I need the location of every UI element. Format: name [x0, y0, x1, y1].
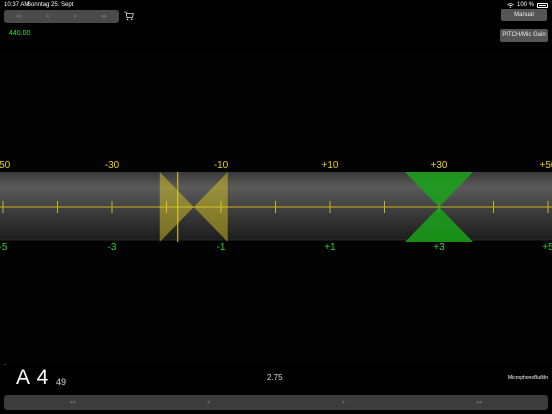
top-label: +30 — [430, 160, 448, 171]
battery-icon — [537, 2, 548, 8]
note-number: 49 — [56, 377, 67, 387]
coarse-indicator-bottom — [405, 207, 473, 242]
nav-first-button[interactable]: << — [16, 14, 22, 20]
bottom-last-button[interactable]: >> — [476, 400, 482, 406]
top-label: +50 — [539, 160, 552, 171]
bottom-label: -5 — [0, 242, 8, 253]
wifi-icon — [507, 2, 514, 8]
fine-indicator-left — [159, 172, 194, 242]
battery-percent: 100 % — [516, 2, 534, 8]
bottom-next-button[interactable]: > — [342, 400, 345, 406]
cents-value: 2.75 — [267, 373, 283, 382]
tuner-scale — [0, 172, 552, 242]
nav-next-button[interactable]: > — [74, 14, 77, 20]
bottom-label: -1 — [216, 242, 226, 253]
bottom-prev-button[interactable]: < — [207, 400, 210, 406]
coarse-indicator-top — [405, 172, 473, 207]
top-label: -30 — [104, 160, 120, 171]
mic-source: MicrophoneBuiltIn — [507, 375, 548, 381]
cart-icon[interactable] — [124, 11, 134, 21]
note-name: A 4 — [16, 366, 50, 389]
top-label: -50 — [0, 160, 11, 171]
pitch-mic-gain-button[interactable]: PITCH/Mic Gain — [500, 29, 548, 42]
top-label: +10 — [321, 160, 339, 171]
bottom-label: +1 — [324, 242, 336, 253]
bottom-nav: << < > >> — [4, 395, 548, 410]
status-bar: 10:37 AM Sonntag 25. Sept 100 % — [0, 0, 552, 10]
bottom-first-button[interactable]: << — [70, 400, 76, 406]
status-time: 10:37 AM — [4, 2, 30, 8]
note-dash: - — [4, 362, 6, 368]
nav-prev-button[interactable]: < — [46, 14, 49, 20]
bottom-label: -3 — [107, 242, 117, 253]
nav-group: << < > >> — [4, 10, 119, 23]
fine-indicator — [159, 172, 228, 242]
frequency-readout: 440.00 — [9, 30, 31, 37]
top-label: -10 — [213, 160, 229, 171]
bottom-label: +5 — [542, 242, 552, 253]
status-right: 100 % — [507, 2, 548, 8]
status-date: Sonntag 25. Sept — [27, 2, 74, 8]
nav-last-button[interactable]: >> — [101, 14, 107, 20]
bottom-label: +3 — [433, 242, 445, 253]
fine-indicator-right — [193, 172, 228, 242]
manual-button[interactable]: Manual — [501, 9, 547, 21]
